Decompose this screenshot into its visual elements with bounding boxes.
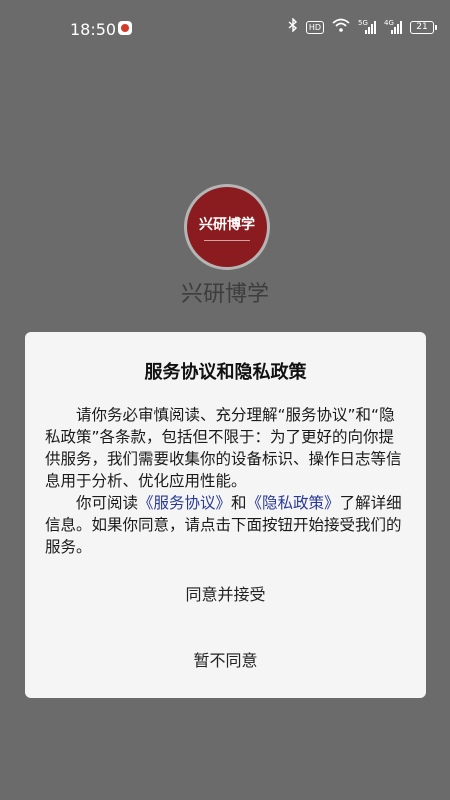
dialog-paragraph-1: 请你务必审慎阅读、充分理解“服务协议”和“隐私政策”各条款，包括但不限于：为了更… [45,406,402,490]
signal-5g-icon: 5G [358,19,376,34]
status-time: 18:50 [70,20,117,39]
privacy-policy-link[interactable]: 《隐私政策》 [247,494,340,512]
wifi-icon [332,18,350,36]
logo-divider [204,239,250,241]
dialog-body: 请你务必审慎阅读、充分理解“服务协议”和“隐私政策”各条款，包括但不限于：为了更… [45,404,408,558]
logo-text: 兴研博学 [199,216,255,233]
signal-4g-icon: 4G [384,19,402,34]
app-notification-icon [118,21,132,35]
hd-voice-icon: HD [305,20,324,34]
agree-button[interactable]: 同意并接受 [25,580,426,606]
service-agreement-link[interactable]: 《服务协议》 [138,494,231,512]
paragraph-text: 和 [231,494,247,512]
app-name: 兴研博学 [180,282,269,307]
dialog-title: 服务协议和隐私政策 [144,362,307,383]
decline-button[interactable]: 暂不同意 [25,646,426,672]
battery-icon: 21 [410,20,437,34]
paragraph-text: 你可阅读 [76,494,139,512]
agreement-dialog: 服务协议和隐私政策 请你务必审慎阅读、充分理解“服务协议”和“隐私政策”各条款，… [25,332,426,698]
status-bar: 18:50 HD 5G 4G 21 [0,0,450,60]
dialog-paragraph-2: 你可阅读《服务协议》和《隐私政策》了解详细信息。如果你同意，请点击下面按钮开始接… [45,492,408,558]
app-logo: 兴研博学 [187,187,267,267]
status-icons: HD 5G 4G 21 [288,17,437,36]
bluetooth-icon [288,17,298,36]
